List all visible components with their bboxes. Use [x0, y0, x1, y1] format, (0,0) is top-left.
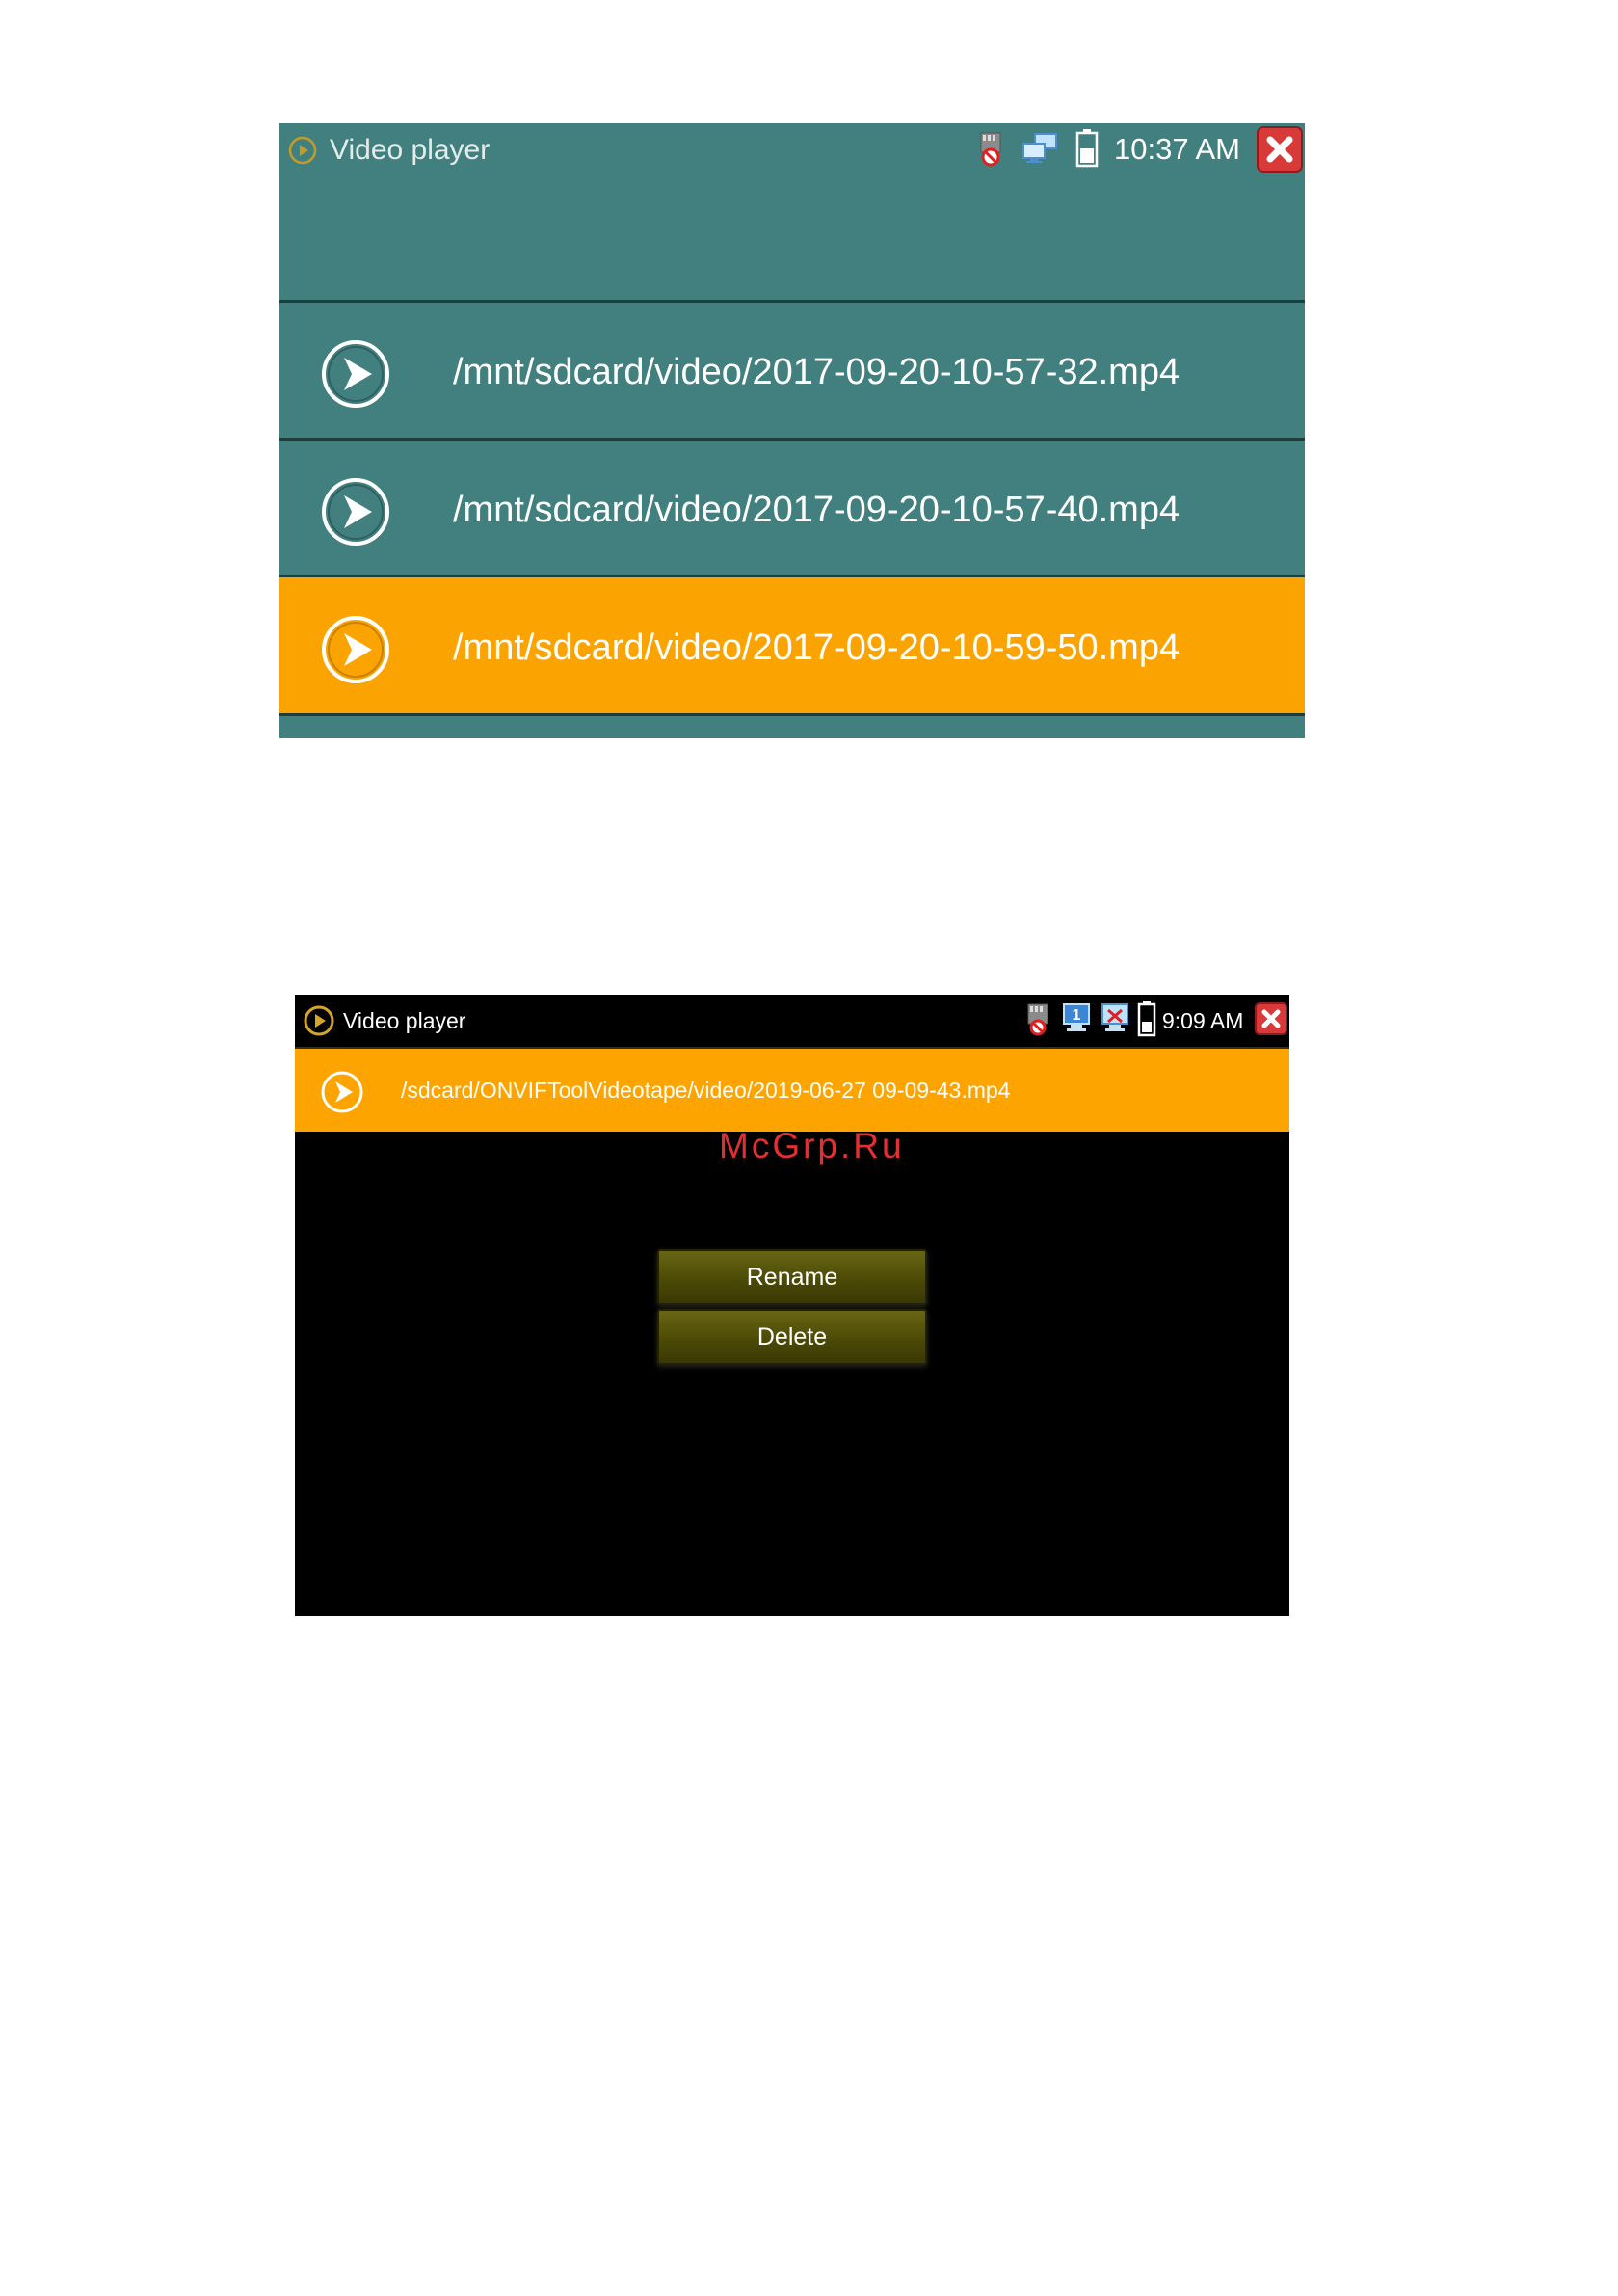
file-name: /sdcard/ONVIFToolVideotape/video/2019-06… [401, 1078, 1011, 1103]
app-title: Video player [343, 1008, 466, 1033]
play-arrow-icon [322, 340, 389, 408]
sd-card-icon [980, 132, 1001, 167]
status-bar: Video player 10:37 AM [279, 123, 1305, 177]
file-row[interactable]: /mnt/sdcard/video/2017-09-20-10-57-40.mp… [279, 440, 1305, 576]
video-player-screen-1: Video player 10:37 AM /mnt/sdcard/video/… [279, 123, 1305, 738]
play-circle-icon [304, 1005, 334, 1036]
watermark: McGrp.Ru [719, 1126, 905, 1165]
play-arrow-icon [321, 1071, 363, 1113]
file-name: /mnt/sdcard/video/2017-09-20-10-57-32.mp… [453, 352, 1180, 392]
file-row-selected[interactable]: /sdcard/ONVIFToolVideotape/video/2019-06… [295, 1049, 1289, 1132]
app-title: Video player [330, 134, 491, 166]
rename-button[interactable]: Rename [657, 1249, 927, 1305]
video-player-screen-2: Video player 1 9:09 AM /sdcard/ONVIFTool… [295, 995, 1289, 1616]
svg-text:1: 1 [1073, 1007, 1081, 1024]
info-icon: 1 [1063, 1003, 1090, 1031]
close-button[interactable] [1255, 1002, 1287, 1035]
battery-icon [1137, 1001, 1156, 1037]
status-bar: Video player 1 9:09 AM [295, 995, 1289, 1049]
clock: 9:09 AM [1162, 1008, 1244, 1033]
clock: 10:37 AM [1114, 132, 1240, 166]
file-row[interactable]: /mnt/sdcard/video/2017-09-20-10-57-32.mp… [279, 302, 1305, 439]
delete-button[interactable]: Delete [657, 1309, 927, 1365]
play-circle-icon [288, 136, 317, 165]
row-divider [279, 713, 1305, 716]
link-icon [1101, 1003, 1128, 1031]
play-arrow-icon [322, 478, 389, 546]
play-arrow-icon [322, 616, 389, 683]
sd-card-icon [1027, 1003, 1048, 1036]
close-button[interactable] [1257, 126, 1303, 173]
file-name: /mnt/sdcard/video/2017-09-20-10-59-50.mp… [453, 627, 1180, 668]
file-row-selected[interactable]: /mnt/sdcard/video/2017-09-20-10-59-50.mp… [279, 577, 1305, 714]
network-icon [1022, 133, 1057, 163]
battery-icon [1075, 129, 1099, 168]
file-name: /mnt/sdcard/video/2017-09-20-10-57-40.mp… [453, 490, 1180, 530]
